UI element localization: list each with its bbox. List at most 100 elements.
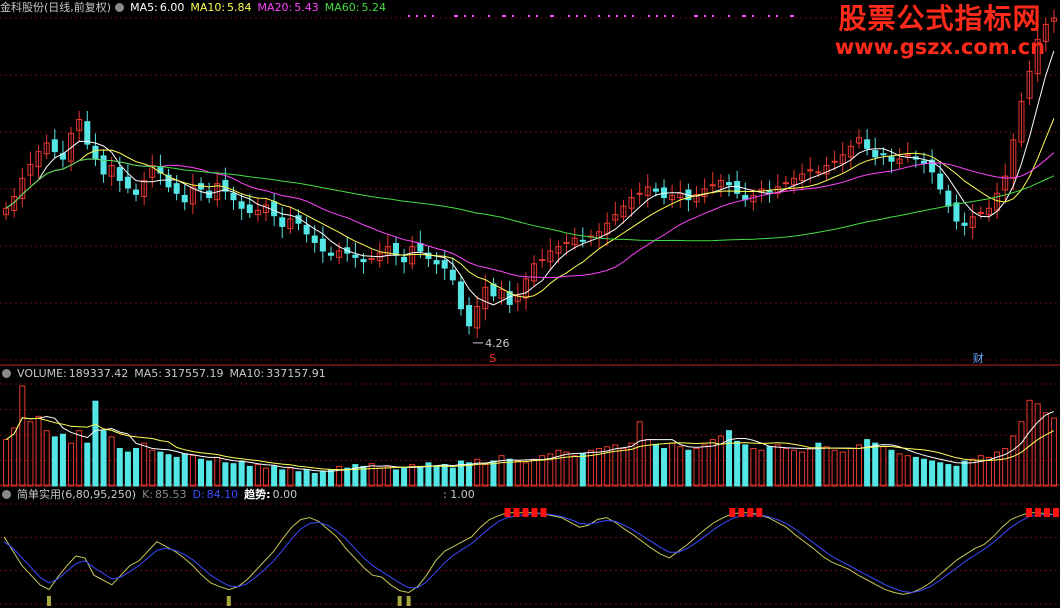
volume-bar (449, 467, 456, 487)
top-signal-block (729, 508, 736, 517)
ma20-label: MA20: (257, 1, 293, 14)
candle-body (84, 121, 91, 145)
candle-body (181, 194, 188, 203)
volume-bar (206, 460, 213, 487)
d-label: D: (192, 488, 205, 501)
chevron-down-icon[interactable] (115, 3, 125, 12)
volume-bar (384, 465, 391, 487)
signal-dot (792, 15, 794, 17)
candle-body (953, 202, 960, 222)
top-signal-block (738, 508, 745, 517)
candle-body (116, 167, 123, 181)
candle-body (466, 304, 473, 327)
trend-value: 0.00 (272, 488, 298, 501)
volume-bar (669, 442, 676, 487)
candle-body (124, 176, 131, 189)
watermark-line2: www.gszx.com.cn (834, 35, 1046, 59)
k-line (3, 512, 1057, 595)
signal-dot (528, 15, 530, 17)
signal-dot (608, 15, 610, 17)
watermark-line1: 股票公式指标网 (838, 2, 1042, 35)
indicator-name: 简单实用(6,80,95,250) (17, 488, 137, 501)
signal-dot (536, 15, 538, 17)
signal-dot (454, 15, 456, 17)
candle-body (238, 201, 245, 209)
volume-bar (157, 451, 164, 487)
volume-bar (880, 446, 887, 487)
candle-body (352, 254, 359, 258)
candle-body (457, 281, 464, 310)
low-price-label: 4.26 (485, 337, 510, 350)
volume-bar (929, 460, 936, 487)
signal-dot (624, 15, 626, 17)
signal-dot (502, 15, 504, 17)
volume-bar (271, 465, 278, 487)
chart-canvas: 4.26 S 财 (0, 9, 1060, 606)
volume-bar (466, 462, 473, 487)
volume-bar (108, 436, 115, 487)
volume-bar (76, 430, 83, 487)
volume-bar (815, 442, 822, 487)
volume-bar (742, 444, 749, 487)
top-signal-block (1053, 508, 1059, 517)
volume-bar (506, 458, 513, 487)
signal-dot (694, 15, 696, 17)
chevron-down-icon[interactable] (2, 490, 11, 499)
signal-dot (472, 15, 474, 17)
candle-body (173, 183, 180, 194)
signal-dot (790, 15, 792, 17)
signal-dot (648, 15, 650, 17)
volume-bar (937, 462, 944, 487)
candle-body (766, 190, 773, 193)
volume-bar (43, 430, 50, 487)
volume-bar (1042, 412, 1049, 487)
ma10-label: MA10: (190, 1, 226, 14)
volume-bar (758, 449, 765, 487)
volume-ma5-value: 317557.19 (164, 367, 224, 380)
volume-bar (3, 439, 10, 487)
chevron-down-icon[interactable] (2, 369, 11, 378)
signal-dot (504, 15, 506, 17)
volume-bar (620, 448, 627, 487)
candle-body (401, 256, 408, 263)
signal-dot (408, 15, 410, 17)
signal-dot (456, 15, 458, 17)
candle-body (441, 260, 448, 269)
top-signal-block (504, 508, 511, 517)
volume-label: VOLUME: (17, 367, 67, 380)
candle-body (880, 153, 887, 156)
d-value: 84.10 (206, 488, 239, 501)
top-signal-block (531, 508, 538, 517)
volume-bar (133, 448, 140, 487)
candle-body (864, 139, 871, 149)
candle-body (360, 259, 367, 263)
volume-bar (490, 460, 497, 487)
signal-dot (712, 15, 714, 17)
top-signal-block (1044, 508, 1051, 517)
signal-dot (432, 15, 434, 17)
volume-bar (693, 448, 700, 487)
volume-bar (19, 385, 26, 487)
volume-ma10-label: MA10: (229, 367, 265, 380)
volume-bar (531, 458, 538, 487)
signal-dot (512, 15, 514, 17)
top-signal-block (1026, 508, 1033, 517)
stock-name: 金科股份(日线,前复权) (0, 1, 112, 14)
extra-value: : 1.00 (443, 488, 475, 501)
volume-bar (734, 440, 741, 487)
volume-bar (985, 456, 992, 487)
trend-label: 趋势: (244, 488, 271, 501)
signal-dot (664, 15, 666, 17)
k-label: K: (142, 488, 153, 501)
volume-bar (855, 444, 863, 487)
candle-body (725, 182, 733, 186)
volume-bar (872, 442, 879, 487)
volume-bar (344, 467, 351, 487)
signal-dot (776, 15, 778, 17)
watermark-logo: 股票公式指标网 www.gszx.com.cn (826, 3, 1054, 63)
volume-bar (774, 444, 781, 487)
candle-body (961, 222, 968, 226)
volume-bar (766, 446, 773, 487)
indicator-panel-header: 简单实用(6,80,95,250) K: 85.53 D: 84.10 趋势: 0.00: … (0, 487, 481, 503)
candle-body (279, 217, 286, 227)
